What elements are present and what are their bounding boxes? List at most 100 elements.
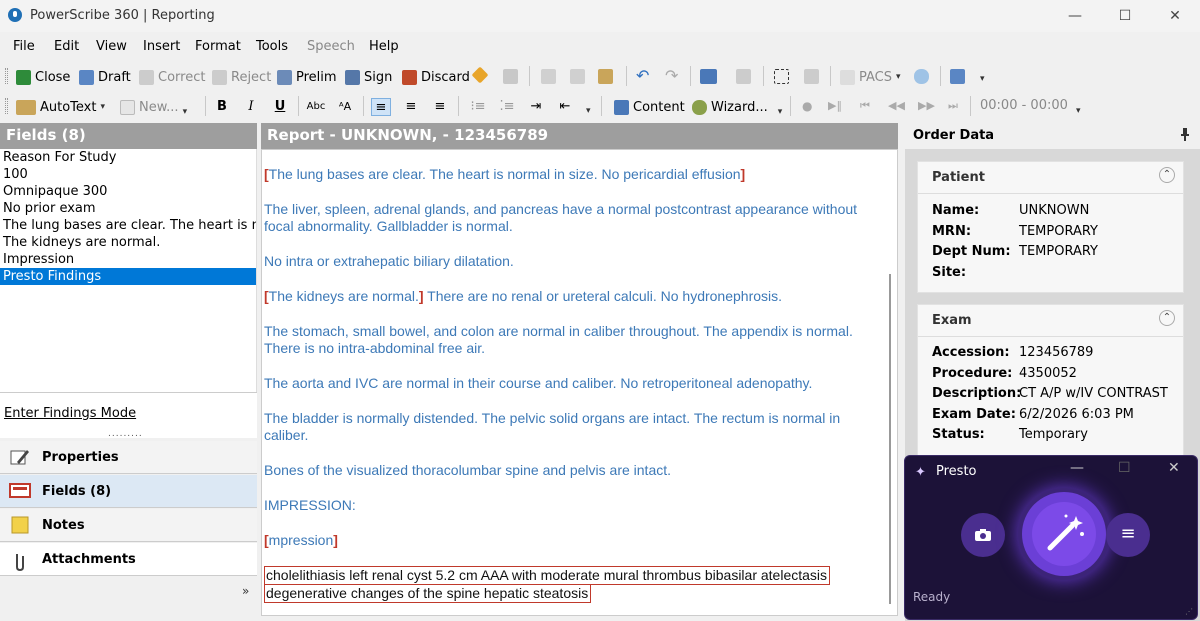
flag-icon[interactable] bbox=[471, 66, 489, 84]
skip-start-icon[interactable]: ⏮ bbox=[860, 99, 870, 113]
record-icon[interactable]: ● bbox=[802, 99, 812, 113]
underline-button[interactable]: U bbox=[270, 98, 290, 116]
patient-site-row: Site: bbox=[932, 265, 967, 280]
draft-button[interactable]: Draft bbox=[79, 67, 131, 87]
italic-button[interactable]: I bbox=[241, 98, 261, 116]
camera-button[interactable] bbox=[961, 513, 1005, 557]
align-left-icon[interactable]: ≡ bbox=[371, 98, 391, 116]
menu-file[interactable]: File bbox=[13, 39, 35, 54]
more-tabs-chevron[interactable]: » bbox=[242, 584, 249, 598]
menu-view[interactable]: View bbox=[96, 39, 127, 54]
cut-icon[interactable] bbox=[541, 69, 556, 84]
select-region-icon[interactable] bbox=[774, 69, 789, 84]
toolbar-gripper[interactable] bbox=[5, 68, 8, 84]
patient-card-title: Patient bbox=[932, 170, 985, 185]
menu-speech[interactable]: Speech bbox=[307, 39, 355, 54]
presto-findings-field[interactable]: cholelithiasis left renal cyst 5.2 cm AA… bbox=[264, 566, 831, 603]
field-item[interactable]: Impression bbox=[0, 251, 256, 268]
fast-forward-icon[interactable]: ▶▶ bbox=[918, 99, 935, 112]
prelim-button[interactable]: Prelim bbox=[277, 67, 337, 87]
close-report-button[interactable]: Close bbox=[16, 67, 70, 87]
undo-icon[interactable]: ↶ bbox=[636, 66, 649, 85]
pin-icon[interactable] bbox=[1180, 127, 1190, 141]
font-size-icon[interactable]: ᴬA bbox=[335, 98, 355, 116]
minimize-button[interactable]: — bbox=[1050, 0, 1100, 32]
align-right-icon[interactable]: ≡ bbox=[430, 98, 450, 116]
indent-icon[interactable]: ⇥ bbox=[526, 98, 546, 116]
close-window-button[interactable]: ✕ bbox=[1150, 0, 1200, 32]
media-overflow[interactable]: ▾ bbox=[1076, 106, 1081, 116]
field-item-selected[interactable]: Presto Findings bbox=[0, 268, 256, 285]
wizard-button[interactable]: Wizard... ▾ bbox=[692, 97, 782, 117]
presto-close-button[interactable]: ✕ bbox=[1168, 460, 1180, 476]
menu-insert[interactable]: Insert bbox=[143, 39, 180, 54]
camera-icon bbox=[974, 527, 992, 542]
report-scrollbar[interactable] bbox=[889, 274, 891, 604]
discard-button[interactable]: Discard bbox=[402, 67, 470, 87]
fields-list[interactable]: Reason For Study 100 Omnipaque 300 No pr… bbox=[0, 149, 257, 392]
format-overflow[interactable]: ▾ bbox=[586, 106, 591, 116]
field-item[interactable]: Reason For Study bbox=[0, 149, 256, 166]
panel-splitter[interactable]: ......... bbox=[108, 429, 143, 439]
field-item[interactable]: 100 bbox=[0, 166, 256, 183]
discard-icon bbox=[402, 69, 417, 85]
new-autotext-button[interactable]: New... ▾ bbox=[120, 97, 187, 117]
resize-grip[interactable]: ⋰ bbox=[1185, 607, 1193, 616]
field-item[interactable]: Omnipaque 300 bbox=[0, 183, 256, 200]
tab-properties[interactable]: Properties bbox=[0, 441, 257, 474]
link-icon[interactable] bbox=[736, 69, 751, 84]
spellcheck-icon[interactable] bbox=[700, 69, 717, 84]
enter-findings-mode-link[interactable]: Enter Findings Mode bbox=[4, 406, 136, 421]
generate-impression-button[interactable] bbox=[1022, 492, 1106, 576]
menu-edit[interactable]: Edit bbox=[54, 39, 79, 54]
image-icon[interactable] bbox=[804, 69, 819, 84]
patient-name-row: Name: UNKNOWN bbox=[932, 203, 1090, 218]
field-item[interactable]: The lung bases are clear. The heart is n… bbox=[0, 217, 256, 234]
tab-attachments[interactable]: Attachments bbox=[0, 543, 257, 576]
cloud-icon[interactable] bbox=[914, 69, 929, 84]
reject-button[interactable]: Reject bbox=[212, 67, 271, 87]
toolbar-overflow[interactable]: ▾ bbox=[980, 74, 985, 84]
chevron-up-icon[interactable]: ⌃ bbox=[1159, 310, 1175, 326]
copy-icon[interactable] bbox=[570, 69, 585, 84]
tab-notes[interactable]: Notes bbox=[0, 509, 257, 542]
menu-format[interactable]: Format bbox=[195, 39, 241, 54]
field-item[interactable]: No prior exam bbox=[0, 200, 256, 217]
paste-icon[interactable] bbox=[598, 69, 613, 84]
pages-icon[interactable] bbox=[503, 69, 518, 84]
menu-tools[interactable]: Tools bbox=[256, 39, 288, 54]
numbered-list-icon[interactable]: ⁝≡ bbox=[468, 98, 488, 116]
menu-help[interactable]: Help bbox=[369, 39, 399, 54]
presto-menu-button[interactable]: ≡ bbox=[1106, 513, 1150, 557]
content-button[interactable]: Content bbox=[614, 97, 685, 117]
tab-fields[interactable]: Fields (8) bbox=[0, 475, 257, 508]
content-icon bbox=[614, 99, 629, 115]
redo-icon[interactable]: ↷ bbox=[665, 66, 678, 85]
font-case-icon[interactable]: Abc bbox=[306, 98, 326, 116]
rewind-icon[interactable]: ◀◀ bbox=[888, 99, 905, 112]
presto-minimize-button[interactable]: — bbox=[1070, 460, 1084, 476]
correct-button[interactable]: Correct bbox=[139, 67, 205, 87]
layout-icon[interactable] bbox=[950, 69, 965, 84]
bullet-list-icon[interactable]: ⁚≡ bbox=[497, 98, 517, 116]
title-bar: PowerScribe 360 | Reporting — ☐ ✕ bbox=[0, 0, 1200, 32]
sign-button[interactable]: Sign bbox=[345, 67, 392, 87]
field-item[interactable]: The kidneys are normal. bbox=[0, 234, 256, 251]
autotext-button[interactable]: AutoText ▾ bbox=[16, 97, 105, 117]
report-paragraph: [The lung bases are clear. The heart is … bbox=[264, 166, 746, 182]
bold-button[interactable]: B bbox=[212, 98, 232, 116]
maximize-button[interactable]: ☐ bbox=[1100, 0, 1150, 32]
report-text[interactable]: [The lung bases are clear. The heart is … bbox=[264, 166, 864, 567]
impression-field[interactable]: [mpression] bbox=[264, 532, 864, 549]
patient-mrn-row: MRN: TEMPORARY bbox=[932, 224, 1098, 239]
presto-maximize-button[interactable]: ☐ bbox=[1118, 460, 1131, 476]
pacs-button[interactable]: PACS ▾ bbox=[840, 67, 901, 87]
report-paragraph: Bones of the visualized thoracolumbar sp… bbox=[264, 462, 672, 478]
outdent-icon[interactable]: ⇤ bbox=[555, 98, 575, 116]
align-center-icon[interactable]: ≡ bbox=[401, 98, 421, 116]
chevron-up-icon[interactable]: ⌃ bbox=[1159, 167, 1175, 183]
play-pause-icon[interactable]: ▶‖ bbox=[828, 99, 842, 112]
skip-end-icon[interactable]: ⏭ bbox=[948, 99, 958, 113]
report-editor[interactable]: [The lung bases are clear. The heart is … bbox=[261, 149, 898, 616]
toolbar-gripper[interactable] bbox=[5, 98, 8, 114]
